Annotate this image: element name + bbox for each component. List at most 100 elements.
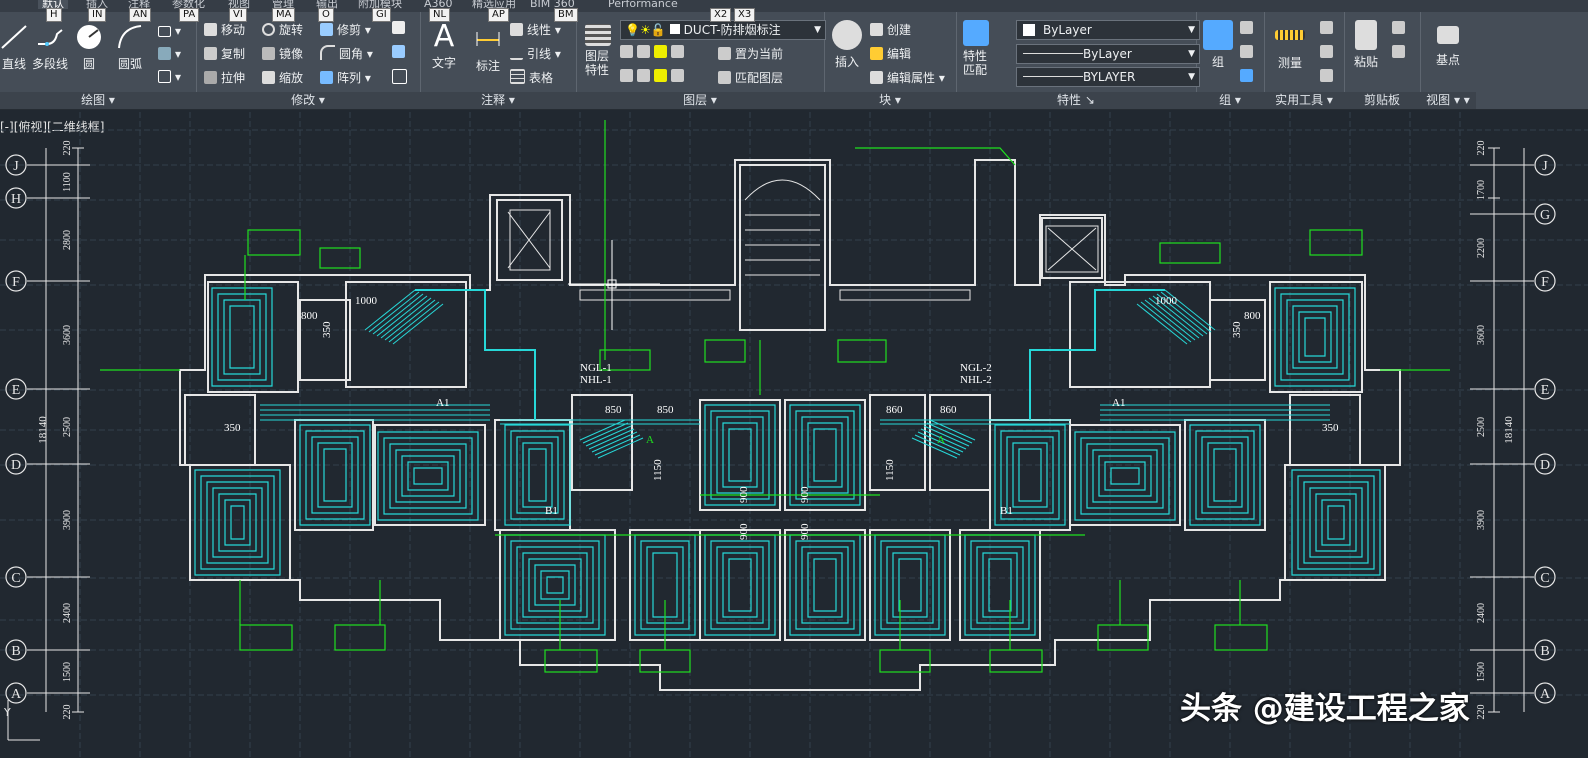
region-tool[interactable]: ▾ bbox=[158, 70, 181, 84]
ungroup-button[interactable] bbox=[1240, 21, 1257, 35]
color-dropdown[interactable]: ByLayer ▼ bbox=[1016, 20, 1200, 40]
panel-title-draw[interactable]: 绘图 ▾ bbox=[0, 92, 196, 109]
move-button[interactable]: 移动 bbox=[204, 21, 245, 38]
annotation-box bbox=[334, 624, 386, 651]
interior-walls bbox=[184, 281, 1386, 641]
group-edit-button[interactable] bbox=[1240, 45, 1257, 59]
dim-right-1: 1700 bbox=[1476, 180, 1487, 200]
panel-title-groups[interactable]: 组 ▾ bbox=[1196, 92, 1264, 109]
layer-tools-row-2[interactable] bbox=[620, 69, 688, 83]
erase-button[interactable] bbox=[392, 21, 409, 35]
group-select-button[interactable] bbox=[1240, 69, 1257, 83]
quick-select-icon bbox=[1320, 21, 1333, 34]
panel-title-clipboard[interactable]: 剪贴板 bbox=[1344, 92, 1420, 109]
chevron-down-icon: ▼ bbox=[1188, 25, 1195, 35]
copy-clip-icon bbox=[1392, 45, 1405, 58]
dim-800-right: 800 bbox=[1244, 310, 1261, 322]
panel-utilities: 测量 实用工具 ▾ bbox=[1264, 12, 1345, 109]
layer-tool-icon bbox=[671, 45, 684, 58]
panel-title-annotation[interactable]: 注释 ▾ bbox=[420, 92, 576, 109]
dim-1150-right: 1150 bbox=[884, 459, 896, 481]
array-icon bbox=[320, 71, 333, 84]
layer-properties-icon bbox=[585, 24, 611, 46]
dim-860-b: 860 bbox=[940, 404, 957, 416]
leader-button[interactable]: 引线 ▾ bbox=[510, 45, 561, 62]
arc-button[interactable]: 圆弧 bbox=[112, 22, 148, 72]
circle-icon bbox=[77, 25, 101, 49]
annotation-box bbox=[704, 339, 746, 363]
line-button[interactable]: 直线 bbox=[0, 22, 28, 72]
measure-button[interactable]: 测量 bbox=[1268, 20, 1312, 71]
svg-text:B: B bbox=[1540, 644, 1549, 659]
label-a1-right: A1 bbox=[1112, 397, 1125, 409]
layer-dropdown[interactable]: 💡☀🔓 DUCT-防排烟标注 ▼ bbox=[620, 20, 826, 40]
dim-left-0: 220 bbox=[62, 141, 73, 156]
point-button[interactable] bbox=[1320, 45, 1337, 59]
layer-tool-icon bbox=[620, 45, 633, 58]
linetype-dropdown[interactable]: ByLayer ▼ bbox=[1016, 44, 1200, 64]
mirror-icon bbox=[262, 47, 275, 60]
offset-button[interactable] bbox=[392, 69, 411, 85]
polyline-button[interactable]: 多段线 bbox=[30, 22, 70, 72]
array-button[interactable]: 阵列 ▾ bbox=[320, 69, 371, 86]
quick-select-button[interactable] bbox=[1320, 21, 1337, 35]
trim-button[interactable]: 修剪 ▾ bbox=[320, 21, 371, 38]
create-block-button[interactable]: 创建 bbox=[870, 21, 911, 38]
group-button[interactable]: 组 bbox=[1200, 20, 1236, 70]
rotate-button[interactable]: 旋转 bbox=[262, 21, 303, 38]
tab-performance[interactable]: Performance bbox=[608, 0, 678, 9]
copy-button[interactable]: 复制 bbox=[204, 45, 245, 62]
panel-title-layers[interactable]: 图层 ▾ bbox=[576, 92, 824, 109]
paste-button[interactable]: 粘贴 bbox=[1348, 20, 1384, 70]
color-swatch bbox=[1023, 24, 1035, 36]
fillet-button[interactable]: 圆角 ▾ bbox=[320, 45, 373, 62]
explode-button[interactable] bbox=[392, 45, 409, 59]
panel-groups: 组 组 ▾ bbox=[1196, 12, 1265, 109]
copy-clip-button[interactable] bbox=[1392, 45, 1409, 59]
copy-icon bbox=[204, 47, 217, 60]
dim-left-7: 1500 bbox=[62, 662, 73, 682]
circle-button[interactable]: 圆 bbox=[74, 22, 104, 72]
basepoint-button[interactable]: 基点 bbox=[1426, 20, 1470, 68]
panel-title-utilities[interactable]: 实用工具 ▾ bbox=[1264, 92, 1344, 109]
calculator-button[interactable] bbox=[1320, 69, 1337, 83]
layer-color-swatch bbox=[669, 24, 680, 34]
label-nhl1: NHL-1 bbox=[580, 374, 612, 386]
lineweight-dropdown[interactable]: BYLAYER ▼ bbox=[1016, 67, 1200, 87]
panel-modify: 移动 旋转 修剪 ▾ 复制 镜像 圆角 ▾ 拉伸 缩放 阵列 ▾ 修改 ▾ bbox=[196, 12, 421, 109]
match-layer-button[interactable]: 匹配图层 bbox=[718, 69, 783, 86]
edit-attribute-button[interactable]: 编辑属性 ▾ bbox=[870, 69, 945, 86]
set-current-button[interactable]: 置为当前 bbox=[718, 45, 783, 62]
scale-button[interactable]: 缩放 bbox=[262, 69, 303, 86]
linear-dim-button[interactable]: 线性 ▾ bbox=[510, 21, 561, 38]
keytip-pa: PA bbox=[179, 8, 200, 22]
layer-properties-button[interactable]: 图层特性 bbox=[580, 24, 616, 77]
panel-title-properties[interactable]: 特性 ↘ bbox=[956, 92, 1196, 109]
annotation-box bbox=[837, 339, 887, 363]
text-button[interactable]: A 文字 bbox=[426, 20, 462, 71]
match-properties-button[interactable]: 特性匹配 bbox=[958, 20, 994, 77]
sun-icon: ☀ bbox=[639, 23, 651, 37]
rectangle-tool[interactable]: ▾ bbox=[158, 24, 181, 38]
annotation-leader bbox=[855, 147, 1016, 166]
stretch-button[interactable]: 拉伸 bbox=[204, 69, 245, 86]
dim-1150-left: 1150 bbox=[652, 459, 664, 481]
insert-block-button[interactable]: 插入 bbox=[828, 20, 866, 70]
dimension-button[interactable]: 标注 bbox=[470, 20, 506, 74]
panel-title-block[interactable]: 块 ▾ bbox=[824, 92, 956, 109]
svg-text:D: D bbox=[1540, 458, 1550, 473]
cut-button[interactable] bbox=[1392, 21, 1409, 35]
drawing-canvas[interactable]: 220 1100 2800 3600 2500 3900 2400 1500 220 220 170… bbox=[0, 110, 1588, 758]
layer-tool-icon bbox=[654, 69, 667, 82]
grid-bubble-right-C: C bbox=[1534, 566, 1556, 588]
edit-block-button[interactable]: 编辑 bbox=[870, 45, 911, 62]
hatch-tool[interactable]: ▾ bbox=[158, 47, 181, 61]
mirror-button[interactable]: 镜像 bbox=[262, 45, 303, 62]
grid-bubble-left-E: E bbox=[5, 378, 27, 400]
calculator-icon bbox=[1320, 69, 1333, 82]
layer-tools-row-1[interactable] bbox=[620, 45, 688, 59]
table-button[interactable]: 表格 bbox=[510, 69, 553, 86]
panel-title-modify[interactable]: 修改 ▾ bbox=[196, 92, 420, 109]
dim-right-8: 220 bbox=[1476, 705, 1487, 720]
panel-title-view[interactable]: 视图 ▾ ▾ bbox=[1420, 92, 1476, 109]
